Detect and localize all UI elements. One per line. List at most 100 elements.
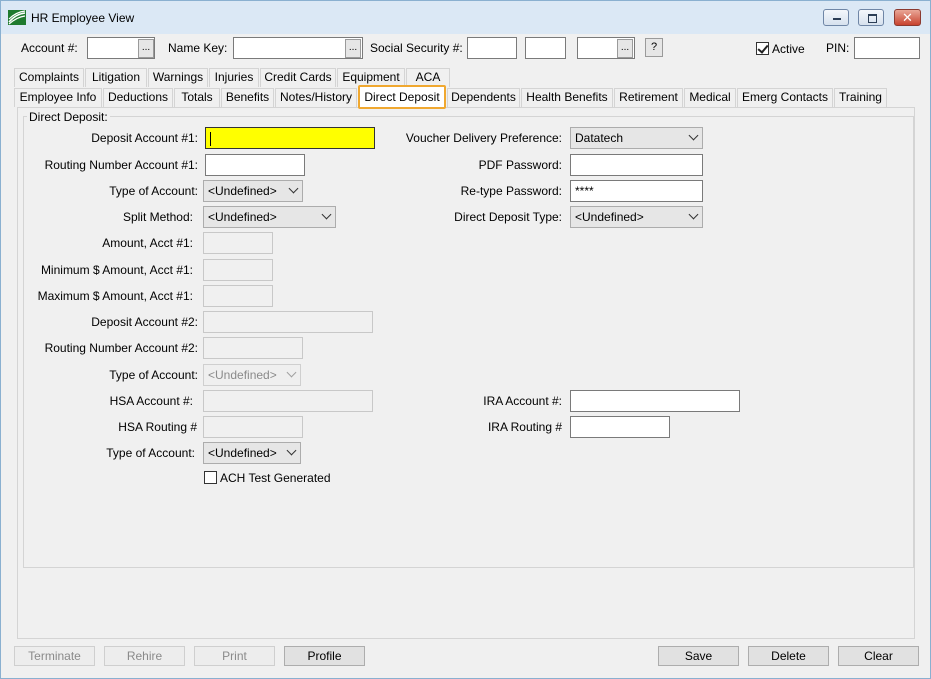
tab-credit-cards[interactable]: Credit Cards — [260, 68, 336, 87]
max-amount-1-input[interactable] — [203, 285, 273, 307]
dd-type-label: Direct Deposit Type: — [454, 210, 562, 224]
tab-direct-deposit[interactable]: Direct Deposit — [358, 85, 446, 109]
min-amount-1-input[interactable] — [203, 259, 273, 281]
rehire-button[interactable]: Rehire — [104, 646, 185, 666]
tab-injuries[interactable]: Injuries — [209, 68, 259, 87]
ssn-lookup-button[interactable]: ... — [617, 39, 633, 58]
retype-password-label: Re-type Password: — [460, 184, 562, 198]
clear-button[interactable]: Clear — [838, 646, 919, 666]
terminate-button[interactable]: Terminate — [14, 646, 95, 666]
ssn-part2-input[interactable] — [525, 37, 566, 59]
type-account-3-value: <Undefined> — [208, 446, 277, 460]
tab-training[interactable]: Training — [834, 88, 887, 107]
account-label: Account #: — [21, 41, 78, 55]
type-account-2-select[interactable]: <Undefined> — [203, 364, 301, 386]
type-account-3-label: Type of Account: — [106, 446, 195, 460]
amount-1-label: Amount, Acct #1: — [102, 236, 193, 250]
maximize-button[interactable] — [858, 9, 884, 26]
type-account-1-select[interactable]: <Undefined> — [203, 180, 303, 202]
tab-employee-info[interactable]: Employee Info — [14, 88, 102, 107]
split-method-label: Split Method: — [122, 210, 193, 224]
retype-password-input[interactable]: **** — [570, 180, 703, 202]
chevron-down-icon — [286, 445, 297, 456]
pin-label: PIN: — [826, 41, 850, 55]
ira-account-input[interactable] — [570, 390, 740, 412]
maximize-icon — [859, 10, 883, 25]
ach-test-checkbox[interactable] — [204, 471, 217, 484]
chevron-down-icon — [688, 130, 699, 141]
routing-2-label: Routing Number Account #2: — [44, 341, 198, 355]
close-icon: ✕ — [902, 10, 913, 25]
text-cursor — [210, 131, 211, 146]
pin-input[interactable] — [854, 37, 920, 59]
type-account-1-label: Type of Account: — [109, 184, 198, 198]
close-button[interactable]: ✕ — [894, 9, 921, 26]
name-key-label: Name Key: — [168, 41, 228, 55]
dd-type-value: <Undefined> — [575, 210, 644, 224]
profile-button[interactable]: Profile — [284, 646, 365, 666]
hsa-account-input[interactable] — [203, 390, 373, 412]
amount-1-input[interactable] — [203, 232, 273, 254]
chevron-down-icon — [688, 209, 699, 220]
tab-complaints[interactable]: Complaints — [14, 68, 84, 87]
split-method-select[interactable]: <Undefined> — [203, 206, 336, 228]
title-bar: HR Employee View ✕ — [1, 1, 930, 34]
save-button[interactable]: Save — [658, 646, 739, 666]
pdf-password-input[interactable] — [570, 154, 703, 176]
ach-test-label: ACH Test Generated — [220, 471, 331, 485]
chevron-down-icon — [286, 367, 297, 378]
hsa-routing-label: HSA Routing # — [118, 420, 197, 434]
ssn-label: Social Security #: — [370, 41, 463, 55]
deposit-account-2-label: Deposit Account #2: — [91, 315, 198, 329]
voucher-label: Voucher Delivery Preference: — [405, 131, 562, 145]
max-amount-1-label: Maximum $ Amount, Acct #1: — [37, 289, 193, 303]
account-lookup-button[interactable]: ... — [138, 39, 154, 58]
minimize-button[interactable] — [823, 9, 849, 26]
pdf-password-label: PDF Password: — [478, 158, 562, 172]
help-button[interactable]: ? — [645, 38, 663, 57]
routing-1-label: Routing Number Account #1: — [44, 158, 198, 172]
ssn-part1-input[interactable] — [467, 37, 517, 59]
app-logo-icon — [8, 10, 26, 25]
ira-routing-input[interactable] — [570, 416, 670, 438]
name-key-input[interactable] — [233, 37, 363, 59]
window-title: HR Employee View — [31, 11, 135, 25]
tab-litigation[interactable]: Litigation — [85, 68, 147, 87]
tab-warnings[interactable]: Warnings — [148, 68, 208, 87]
type-account-3-select[interactable]: <Undefined> — [203, 442, 301, 464]
split-method-value: <Undefined> — [208, 210, 277, 224]
delete-button[interactable]: Delete — [748, 646, 829, 666]
deposit-account-2-input[interactable] — [203, 311, 373, 333]
hr-employee-window: HR Employee View ✕ Account #: ... Name K… — [0, 0, 931, 679]
hsa-routing-input[interactable] — [203, 416, 303, 438]
tab-emerg-contacts[interactable]: Emerg Contacts — [737, 88, 833, 107]
minimize-icon — [824, 10, 848, 25]
tab-totals[interactable]: Totals — [174, 88, 220, 107]
ira-account-label: IRA Account #: — [483, 394, 562, 408]
voucher-select[interactable]: Datatech — [570, 127, 703, 149]
deposit-account-1-input[interactable] — [205, 127, 375, 149]
hsa-account-label: HSA Account #: — [109, 394, 193, 408]
routing-1-input[interactable] — [205, 154, 305, 176]
print-button[interactable]: Print — [194, 646, 275, 666]
min-amount-1-label: Minimum $ Amount, Acct #1: — [40, 263, 193, 277]
tab-retirement[interactable]: Retirement — [614, 88, 683, 107]
tab-medical[interactable]: Medical — [684, 88, 736, 107]
active-checkbox[interactable] — [756, 42, 769, 55]
dd-type-select[interactable]: <Undefined> — [570, 206, 703, 228]
voucher-value: Datatech — [575, 131, 624, 145]
tab-notes-history[interactable]: Notes/History — [275, 88, 357, 107]
tab-benefits[interactable]: Benefits — [221, 88, 274, 107]
active-label: Active — [772, 42, 805, 56]
group-title: Direct Deposit: — [27, 110, 110, 124]
ira-routing-label: IRA Routing # — [487, 420, 562, 434]
type-account-2-label: Type of Account: — [109, 368, 198, 382]
type-account-1-value: <Undefined> — [208, 184, 277, 198]
tab-dependents[interactable]: Dependents — [447, 88, 520, 107]
deposit-account-1-label: Deposit Account #1: — [91, 131, 198, 145]
tab-health-benefits[interactable]: Health Benefits — [521, 88, 613, 107]
routing-2-input[interactable] — [203, 337, 303, 359]
name-key-lookup-button[interactable]: ... — [345, 39, 361, 58]
type-account-2-value: <Undefined> — [208, 368, 277, 382]
tab-deductions[interactable]: Deductions — [103, 88, 173, 107]
